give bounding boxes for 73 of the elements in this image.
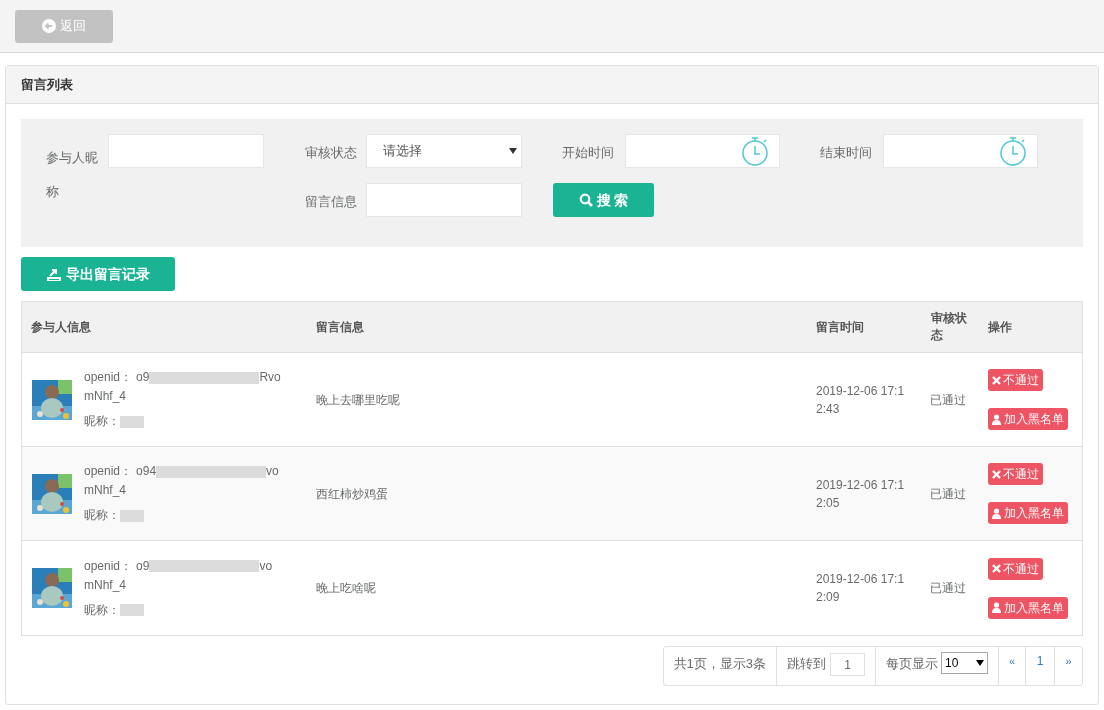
dropdown-caret-icon: [509, 148, 517, 154]
openid-value: mNhf_4: [84, 388, 128, 405]
back-arrow-icon: [42, 19, 56, 33]
message-time: 2019-12-06 17:12:09: [816, 571, 906, 606]
review-status: 已通过: [930, 392, 966, 407]
field-label: 开始时间: [562, 144, 614, 162]
openid-value: vo: [266, 463, 279, 480]
nickname-label: 昵称：: [84, 601, 120, 619]
openid-value: mNhf_4: [84, 482, 128, 499]
reject-button[interactable]: 不通过: [988, 557, 1043, 580]
nickname-label: 昵称：: [84, 507, 120, 524]
column-header: 审核状态: [931, 310, 968, 344]
review-status: 已通过: [930, 581, 966, 595]
jump-label: 跳转到: [787, 655, 826, 673]
field-label: 结束时间: [820, 144, 872, 162]
openid-label: openid：: [84, 369, 133, 386]
message-time: 2019-12-06 17:12:43: [816, 382, 906, 418]
nickname-label: 昵称：: [84, 413, 120, 430]
blacklist-button[interactable]: 加入黑名单: [988, 408, 1068, 430]
openid-value: o94: [136, 463, 157, 480]
page-size-label: 每页显示: [886, 655, 938, 673]
openid-value: o9: [136, 557, 150, 575]
review-status: 已通过: [930, 486, 966, 501]
field-label: 参与人昵称: [46, 149, 99, 201]
back-button[interactable]: 返回: [15, 9, 113, 43]
message-text: 晚上吃啥呢: [316, 581, 376, 595]
blacklist-button[interactable]: 加入黑名单: [988, 596, 1068, 619]
message-text: 晚上去哪里吃呢: [316, 392, 400, 407]
page-summary: 共1页，显示3条: [673, 656, 766, 671]
export-icon: [46, 267, 61, 281]
openid-label: openid：: [84, 557, 133, 575]
user-icon: [992, 602, 1001, 613]
reject-button[interactable]: 不通过: [988, 369, 1043, 391]
dropdown-caret-icon: [976, 660, 984, 666]
column-header: 操作: [988, 320, 1012, 334]
page-size-select[interactable]: 10: [941, 652, 988, 674]
user-icon: [992, 413, 1001, 425]
column-header: 留言信息: [316, 320, 364, 334]
openid-value: o9: [136, 369, 150, 386]
column-header: 参与人信息: [31, 320, 91, 334]
nickname-field[interactable]: [108, 134, 264, 168]
blacklist-button[interactable]: 加入黑名单: [988, 502, 1068, 524]
openid-value: vo: [259, 557, 273, 575]
user-icon: [992, 507, 1001, 519]
message-field[interactable]: [366, 183, 522, 217]
field-label: 审核状态: [305, 144, 357, 162]
export-button[interactable]: 导出留言记录: [21, 257, 175, 291]
stopwatch-icon: [999, 136, 1027, 166]
redaction-blur: [120, 604, 144, 616]
redaction-blur: [120, 509, 144, 522]
redaction-blur: [120, 415, 144, 428]
openid-value: mNhf_4: [84, 576, 128, 594]
reject-button[interactable]: 不通过: [988, 463, 1043, 485]
start-time-field[interactable]: [625, 134, 780, 168]
field-label: 留言信息: [305, 193, 357, 211]
search-button[interactable]: 搜 索: [553, 183, 654, 217]
stopwatch-icon: [741, 136, 769, 166]
end-time-field[interactable]: [883, 134, 1038, 168]
close-icon: [992, 469, 1001, 479]
jump-page-field[interactable]: 1: [830, 653, 865, 676]
page-button[interactable]: 1: [1026, 647, 1055, 685]
search-icon: [578, 193, 593, 207]
panel-title: 留言列表: [21, 75, 73, 94]
column-header: 留言时间: [816, 320, 864, 334]
message-text: 西红柿炒鸡蛋: [316, 486, 388, 501]
openid-value: Rvo: [259, 369, 281, 386]
openid-label: openid：: [84, 463, 133, 480]
status-select[interactable]: 请选择: [366, 134, 522, 168]
close-icon: [992, 564, 1001, 573]
close-icon: [992, 375, 1001, 385]
message-time: 2019-12-06 17:12:05: [816, 476, 906, 512]
prev-page-button[interactable]: «: [999, 647, 1026, 685]
next-page-button[interactable]: »: [1055, 647, 1082, 685]
